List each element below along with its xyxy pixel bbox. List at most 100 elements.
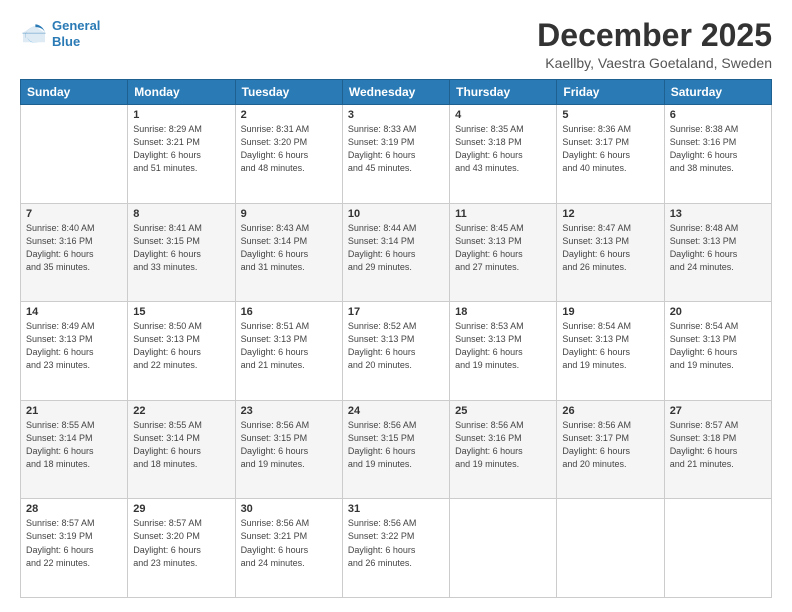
- calendar-week-row: 14 Sunrise: 8:49 AM Sunset: 3:13 PM Dayli…: [21, 302, 772, 401]
- logo-icon: [20, 23, 48, 45]
- day-info: Sunrise: 8:35 AM Sunset: 3:18 PM Dayligh…: [455, 123, 551, 175]
- calendar-cell: 1 Sunrise: 8:29 AM Sunset: 3:21 PM Daylig…: [128, 105, 235, 204]
- calendar-cell: 16 Sunrise: 8:51 AM Sunset: 3:13 PM Dayli…: [235, 302, 342, 401]
- day-number: 11: [455, 208, 551, 220]
- day-info: Sunrise: 8:40 AM Sunset: 3:16 PM Dayligh…: [26, 222, 122, 274]
- day-number: 28: [26, 503, 122, 515]
- calendar-cell: 2Sunrise: 8:31 AM Sunset: 3:20 PM Daylig…: [235, 105, 342, 204]
- day-info: Sunrise: 8:41 AM Sunset: 3:15 PM Dayligh…: [133, 222, 229, 274]
- day-number: 5: [562, 109, 658, 121]
- calendar-cell: 12Sunrise: 8:47 AM Sunset: 3:13 PM Dayli…: [557, 203, 664, 302]
- calendar-cell: 9 Sunrise: 8:43 AM Sunset: 3:14 PM Daylig…: [235, 203, 342, 302]
- day-info: Sunrise: 8:43 AM Sunset: 3:14 PM Dayligh…: [241, 222, 337, 274]
- calendar-cell: 5 Sunrise: 8:36 AM Sunset: 3:17 PM Daylig…: [557, 105, 664, 204]
- day-number: 22: [133, 405, 229, 417]
- day-number: 12: [562, 208, 658, 220]
- day-number: 4: [455, 109, 551, 121]
- day-info: Sunrise: 8:56 AM Sunset: 3:16 PM Dayligh…: [455, 419, 551, 471]
- calendar-week-row: 21 Sunrise: 8:55 AM Sunset: 3:14 PM Dayli…: [21, 400, 772, 499]
- day-number: 14: [26, 306, 122, 318]
- day-info: Sunrise: 8:36 AM Sunset: 3:17 PM Dayligh…: [562, 123, 658, 175]
- day-info: Sunrise: 8:56 AM Sunset: 3:22 PM Dayligh…: [348, 517, 444, 569]
- calendar-header-monday: Monday: [128, 80, 235, 105]
- calendar-table: SundayMondayTuesdayWednesdayThursdayFrid…: [20, 79, 772, 598]
- day-number: 30: [241, 503, 337, 515]
- calendar-cell: 19 Sunrise: 8:54 AM Sunset: 3:13 PM Dayli…: [557, 302, 664, 401]
- calendar-cell: 11Sunrise: 8:45 AM Sunset: 3:13 PM Dayli…: [450, 203, 557, 302]
- title-block: December 2025 Kaellby, Vaestra Goetaland…: [537, 18, 772, 71]
- day-number: 1: [133, 109, 229, 121]
- logo-text: General Blue: [52, 18, 100, 49]
- calendar-cell: 3 Sunrise: 8:33 AM Sunset: 3:19 PM Daylig…: [342, 105, 449, 204]
- day-info: Sunrise: 8:49 AM Sunset: 3:13 PM Dayligh…: [26, 320, 122, 372]
- calendar-week-row: 7 Sunrise: 8:40 AM Sunset: 3:16 PM Daylig…: [21, 203, 772, 302]
- day-number: 24: [348, 405, 444, 417]
- header: General Blue December 2025 Kaellby, Vaes…: [20, 18, 772, 71]
- calendar-cell: 20 Sunrise: 8:54 AM Sunset: 3:13 PM Dayli…: [664, 302, 771, 401]
- calendar-week-row: 28Sunrise: 8:57 AM Sunset: 3:19 PM Dayli…: [21, 499, 772, 598]
- calendar-cell: 26Sunrise: 8:56 AM Sunset: 3:17 PM Dayli…: [557, 400, 664, 499]
- day-number: 13: [670, 208, 766, 220]
- calendar-cell: 14 Sunrise: 8:49 AM Sunset: 3:13 PM Dayli…: [21, 302, 128, 401]
- day-number: 29: [133, 503, 229, 515]
- calendar-cell: 27Sunrise: 8:57 AM Sunset: 3:18 PM Dayli…: [664, 400, 771, 499]
- day-number: 31: [348, 503, 444, 515]
- day-number: 9: [241, 208, 337, 220]
- calendar-header-saturday: Saturday: [664, 80, 771, 105]
- calendar-cell: 30 Sunrise: 8:56 AM Sunset: 3:21 PM Dayli…: [235, 499, 342, 598]
- day-number: 2: [241, 109, 337, 121]
- calendar-cell: 15Sunrise: 8:50 AM Sunset: 3:13 PM Dayli…: [128, 302, 235, 401]
- calendar-cell: 22 Sunrise: 8:55 AM Sunset: 3:14 PM Dayli…: [128, 400, 235, 499]
- day-info: Sunrise: 8:52 AM Sunset: 3:13 PM Dayligh…: [348, 320, 444, 372]
- calendar-cell: 7 Sunrise: 8:40 AM Sunset: 3:16 PM Daylig…: [21, 203, 128, 302]
- calendar-header-wednesday: Wednesday: [342, 80, 449, 105]
- day-info: Sunrise: 8:38 AM Sunset: 3:16 PM Dayligh…: [670, 123, 766, 175]
- day-number: 16: [241, 306, 337, 318]
- calendar-cell: 13Sunrise: 8:48 AM Sunset: 3:13 PM Dayli…: [664, 203, 771, 302]
- day-info: Sunrise: 8:54 AM Sunset: 3:13 PM Dayligh…: [562, 320, 658, 372]
- day-number: 19: [562, 306, 658, 318]
- day-info: Sunrise: 8:29 AM Sunset: 3:21 PM Dayligh…: [133, 123, 229, 175]
- calendar-cell: 25 Sunrise: 8:56 AM Sunset: 3:16 PM Dayli…: [450, 400, 557, 499]
- day-number: 17: [348, 306, 444, 318]
- calendar-cell: 31 Sunrise: 8:56 AM Sunset: 3:22 PM Dayli…: [342, 499, 449, 598]
- month-title: December 2025: [537, 18, 772, 53]
- calendar-header-row: SundayMondayTuesdayWednesdayThursdayFrid…: [21, 80, 772, 105]
- day-number: 7: [26, 208, 122, 220]
- day-number: 10: [348, 208, 444, 220]
- day-number: 20: [670, 306, 766, 318]
- calendar-cell: 4 Sunrise: 8:35 AM Sunset: 3:18 PM Daylig…: [450, 105, 557, 204]
- logo-general: General: [52, 18, 100, 33]
- day-number: 8: [133, 208, 229, 220]
- page: General Blue December 2025 Kaellby, Vaes…: [0, 0, 792, 612]
- day-number: 21: [26, 405, 122, 417]
- day-info: Sunrise: 8:44 AM Sunset: 3:14 PM Dayligh…: [348, 222, 444, 274]
- calendar-week-row: 1 Sunrise: 8:29 AM Sunset: 3:21 PM Daylig…: [21, 105, 772, 204]
- calendar-header-thursday: Thursday: [450, 80, 557, 105]
- day-number: 3: [348, 109, 444, 121]
- day-number: 23: [241, 405, 337, 417]
- day-number: 27: [670, 405, 766, 417]
- day-info: Sunrise: 8:54 AM Sunset: 3:13 PM Dayligh…: [670, 320, 766, 372]
- calendar-cell: 21Sunrise: 8:55 AM Sunset: 3:14 PM Dayli…: [21, 400, 128, 499]
- calendar-cell: 17 Sunrise: 8:52 AM Sunset: 3:13 PM Dayli…: [342, 302, 449, 401]
- calendar-header-sunday: Sunday: [21, 80, 128, 105]
- day-info: Sunrise: 8:56 AM Sunset: 3:17 PM Dayligh…: [562, 419, 658, 471]
- day-number: 25: [455, 405, 551, 417]
- day-info: Sunrise: 8:55 AM Sunset: 3:14 PM Dayligh…: [133, 419, 229, 471]
- day-info: Sunrise: 8:33 AM Sunset: 3:19 PM Dayligh…: [348, 123, 444, 175]
- calendar-cell: 28Sunrise: 8:57 AM Sunset: 3:19 PM Dayli…: [21, 499, 128, 598]
- day-info: Sunrise: 8:56 AM Sunset: 3:15 PM Dayligh…: [348, 419, 444, 471]
- calendar-cell: 29 Sunrise: 8:57 AM Sunset: 3:20 PM Dayli…: [128, 499, 235, 598]
- calendar-cell: [450, 499, 557, 598]
- calendar-cell: [21, 105, 128, 204]
- day-info: Sunrise: 8:57 AM Sunset: 3:20 PM Dayligh…: [133, 517, 229, 569]
- location-title: Kaellby, Vaestra Goetaland, Sweden: [537, 55, 772, 71]
- logo: General Blue: [20, 18, 100, 49]
- day-info: Sunrise: 8:56 AM Sunset: 3:15 PM Dayligh…: [241, 419, 337, 471]
- day-info: Sunrise: 8:56 AM Sunset: 3:21 PM Dayligh…: [241, 517, 337, 569]
- day-info: Sunrise: 8:51 AM Sunset: 3:13 PM Dayligh…: [241, 320, 337, 372]
- calendar-cell: [557, 499, 664, 598]
- calendar-cell: 23 Sunrise: 8:56 AM Sunset: 3:15 PM Dayli…: [235, 400, 342, 499]
- calendar-header-tuesday: Tuesday: [235, 80, 342, 105]
